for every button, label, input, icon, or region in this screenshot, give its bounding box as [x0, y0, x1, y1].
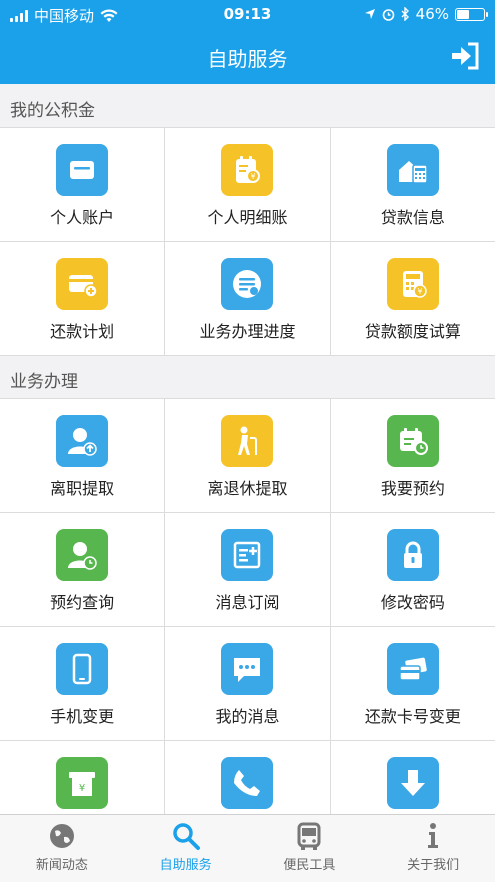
- grid-item-progress[interactable]: 业务办理进度: [165, 242, 331, 355]
- grid-item-label: 业务办理进度: [199, 322, 296, 341]
- tab-info[interactable]: 关于我们: [371, 815, 495, 882]
- nav-bar: 自助服务: [0, 28, 495, 84]
- tab-bar: 新闻动态 自助服务 便民工具 关于我们: [0, 814, 495, 882]
- card-swap-icon: [386, 643, 439, 695]
- tab-globe[interactable]: 新闻动态: [0, 815, 124, 882]
- bluetooth-icon: [401, 7, 409, 21]
- status-bar: 中国移动 09:13 46%: [0, 0, 495, 28]
- search-icon: [172, 823, 200, 850]
- grid-item-user-clock[interactable]: 预约查询: [0, 513, 166, 626]
- section-title-my-fund: 我的公积金: [10, 101, 95, 121]
- grid-item-label: 消息订阅: [215, 593, 280, 612]
- grid-item-label: 修改密码: [380, 593, 445, 612]
- globe-icon: [49, 824, 74, 848]
- grid-item-label: 手机变更: [50, 707, 115, 726]
- grid-item-calendar-clock[interactable]: 我要预约: [331, 399, 495, 512]
- grid-item-card[interactable]: 个人账户: [0, 128, 166, 241]
- grid-item-label: 离退休提取: [207, 479, 288, 498]
- calculator-icon: ¥: [386, 258, 439, 310]
- bus-icon: [297, 822, 321, 850]
- phone-icon: [56, 643, 109, 695]
- grid-item-ledger[interactable]: ¥ 个人明细账: [165, 128, 331, 241]
- grid-row: 还款计划 业务办理进度 ¥ 贷款额度试算: [0, 242, 495, 356]
- svg-text:¥: ¥: [417, 287, 422, 296]
- tab-label: 关于我们: [407, 858, 460, 873]
- grid-item-card-swap[interactable]: 还款卡号变更: [331, 627, 495, 740]
- grid-item-phone[interactable]: 手机变更: [0, 627, 166, 740]
- grid-item-label: 个人账户: [50, 208, 115, 227]
- section-title-business: 业务办理: [10, 372, 78, 392]
- grid-item-label: 离职提取: [50, 479, 115, 498]
- info-icon: [428, 823, 439, 848]
- alarm-icon: [382, 8, 394, 21]
- svg-text:¥: ¥: [251, 172, 256, 181]
- card-icon: [56, 144, 109, 196]
- grid-item-message[interactable]: 我的消息: [165, 627, 331, 740]
- tab-label: 便民工具: [283, 858, 336, 873]
- user-upload-icon: [56, 415, 109, 467]
- grid-item-label: 还款计划: [50, 322, 115, 341]
- grid-item-elder[interactable]: 离退休提取: [165, 399, 331, 512]
- tab-search[interactable]: 自助服务: [124, 815, 248, 882]
- ledger-icon: ¥: [221, 144, 274, 196]
- grid-row: 手机变更 我的消息 还款卡号变更: [0, 627, 495, 741]
- calendar-clock-icon: [386, 415, 439, 467]
- location-icon: [364, 9, 375, 19]
- grid-row: 个人账户 ¥ 个人明细账 贷款信息: [0, 128, 495, 242]
- grid-item-calculator[interactable]: ¥ 贷款额度试算: [331, 242, 495, 355]
- page-title: 自助服务: [207, 47, 288, 71]
- battery-percent: 46%: [415, 5, 449, 23]
- call-icon: [221, 757, 274, 809]
- logout-icon[interactable]: [449, 40, 481, 72]
- subscribe-icon: [221, 529, 274, 581]
- grid-item-label: 贷款额度试算: [364, 322, 461, 341]
- grid-row: 离职提取 离退休提取 我要预约: [0, 399, 495, 513]
- grid-row: 预约查询 消息订阅 修改密码: [0, 513, 495, 627]
- grid-item-card-plus[interactable]: 还款计划: [0, 242, 166, 355]
- grid-item-lock[interactable]: 修改密码: [331, 513, 495, 626]
- business-grid: 离职提取 离退休提取 我要预约预约查询 消息订阅 修改密码手机变更 我的消息 还款卡号变更 ¥: [0, 398, 495, 855]
- lock-icon: [386, 529, 439, 581]
- house-calc-icon: [386, 144, 439, 196]
- grid-item-label: 我要预约: [380, 479, 445, 498]
- message-icon: [221, 643, 274, 695]
- atm-icon: ¥: [56, 757, 109, 809]
- grid-item-subscribe[interactable]: 消息订阅: [165, 513, 331, 626]
- tab-label: 自助服务: [159, 858, 212, 873]
- download-icon: [386, 757, 439, 809]
- my-fund-grid: 个人账户 ¥ 个人明细账 贷款信息还款计划 业务办理进度 ¥ 贷款额度试算: [0, 127, 495, 356]
- tab-label: 新闻动态: [35, 858, 88, 873]
- elder-icon: [221, 415, 274, 467]
- grid-item-label: 还款卡号变更: [364, 707, 461, 726]
- grid-item-house-calc[interactable]: 贷款信息: [331, 128, 495, 241]
- grid-item-label: 个人明细账: [207, 208, 288, 227]
- progress-icon: [221, 258, 274, 310]
- grid-item-label: 预约查询: [50, 593, 115, 612]
- grid-item-user-upload[interactable]: 离职提取: [0, 399, 166, 512]
- tab-bus[interactable]: 便民工具: [248, 815, 372, 882]
- svg-text:¥: ¥: [79, 783, 85, 794]
- card-plus-icon: [56, 258, 109, 310]
- grid-item-label: 我的消息: [215, 707, 280, 726]
- user-clock-icon: [56, 529, 109, 581]
- grid-item-label: 贷款信息: [380, 208, 445, 227]
- battery-icon: [455, 7, 488, 21]
